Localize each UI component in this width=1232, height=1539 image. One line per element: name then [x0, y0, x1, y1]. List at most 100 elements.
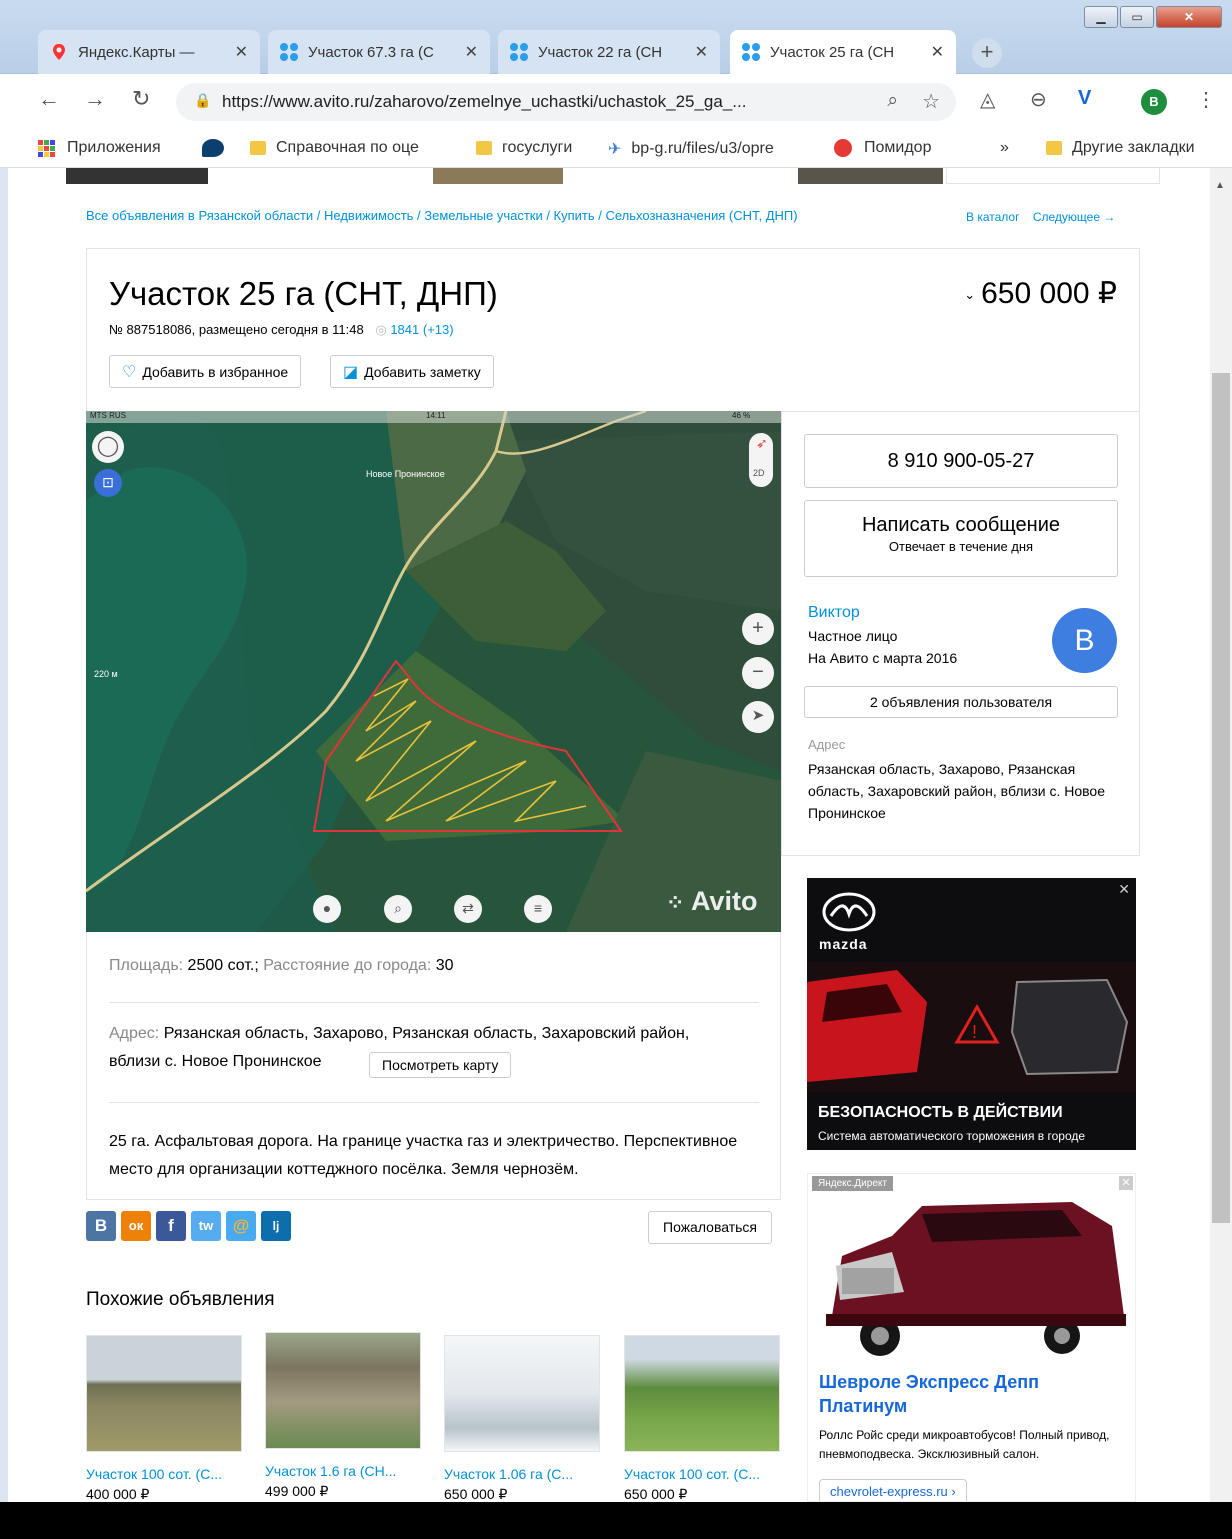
bookmark-apps[interactable]: Приложения — [38, 139, 161, 157]
avatar[interactable]: В — [1052, 608, 1117, 673]
avito-icon — [280, 43, 298, 61]
description: 25 га. Асфальтовая дорога. На границе уч… — [109, 1133, 738, 1178]
bookmark-bp-g[interactable]: ✈ bp-g.ru/files/u3/opre — [608, 139, 774, 159]
listing-photo-map[interactable]: MTS RUS 14:11 46 % Новое Пронинское 220 … — [86, 411, 781, 932]
similar-item[interactable]: Участок 1.6 га (СН... 499 000 ₽ — [265, 1332, 421, 1500]
minimize-button[interactable]: ▁ — [1084, 6, 1118, 28]
share-twitter-button[interactable]: tw — [191, 1211, 221, 1241]
contact-panel: 8 910 900-05-27 Написать сообщение Отвеч… — [781, 411, 1140, 856]
back-arrow-icon[interactable]: ← — [38, 86, 60, 112]
views-count: ◎ 1841 (+13) — [375, 322, 454, 337]
extension-sync-icon[interactable]: ⊖ — [1030, 87, 1047, 112]
breadcrumb[interactable]: Все объявления в Рязанской области / Нед… — [86, 208, 798, 223]
similar-title[interactable]: Участок 1.06 га (С... — [444, 1466, 600, 1482]
close-tab-icon[interactable]: ✕ — [465, 42, 478, 62]
browser-toolbar: ← → ↻ 🔒 https://www.avito.ru/zaharovo/ze… — [0, 74, 1232, 130]
share-ok-button[interactable]: ок — [121, 1211, 151, 1241]
bookmark-spravochnaya[interactable]: Справочная по оце — [250, 139, 419, 157]
tab-uchastok-22[interactable]: Участок 22 га (СН ✕ — [498, 30, 720, 74]
profile-avatar[interactable]: B — [1141, 89, 1167, 115]
bus-icon: ⊡ — [94, 469, 122, 497]
close-tab-icon[interactable]: ✕ — [235, 42, 248, 62]
url-text: https://www.avito.ru/zaharovo/zemelnye_u… — [222, 92, 747, 111]
tab-yandex-maps[interactable]: Яндекс.Карты — ✕ — [38, 30, 260, 74]
similar-item[interactable]: Участок 100 сот. (С... 400 000 ₽ — [86, 1335, 242, 1502]
maximize-button[interactable]: ▭ — [1120, 6, 1154, 28]
share-mail-button[interactable]: @ — [226, 1211, 256, 1241]
chevrolet-ad[interactable]: Яндекс.Директ ✕ Шевроле Экспресс Депп Пл… — [807, 1173, 1136, 1502]
close-icon[interactable]: ✕ — [1119, 1176, 1133, 1190]
svg-text:!: ! — [972, 1022, 977, 1042]
menu-dots-icon[interactable]: ⋮ — [1196, 87, 1216, 112]
bookmark-pomidor[interactable]: Помидор — [834, 139, 931, 157]
catalog-link[interactable]: В каталог — [966, 210, 1019, 224]
zoom-icon[interactable]: ⌕ — [887, 90, 898, 112]
similar-item[interactable]: Участок 100 сот. (С... 650 000 ₽ — [624, 1335, 780, 1502]
ad-text: Роллс Ройс среди микроавтобусов! Полный … — [819, 1428, 1110, 1461]
close-window-button[interactable]: ✕ — [1156, 6, 1222, 28]
share-lj-button[interactable]: lj — [261, 1211, 291, 1241]
new-tab-button[interactable]: + — [972, 38, 1002, 68]
view-map-button[interactable]: Посмотреть карту — [369, 1052, 512, 1078]
locate-icon: ➤ — [742, 701, 774, 733]
address-label: Адрес — [808, 737, 846, 752]
bookmark-other[interactable]: Другие закладки — [1046, 139, 1195, 157]
apps-grid-icon — [38, 139, 55, 157]
star-icon[interactable]: ☆ — [922, 89, 940, 114]
plane-icon: ✈ — [608, 141, 622, 158]
similar-price: 400 000 ₽ — [86, 1486, 150, 1502]
folder-icon — [250, 141, 266, 155]
similar-title[interactable]: Участок 100 сот. (С... — [86, 1466, 242, 1482]
user-ads-button[interactable]: 2 объявления пользователя — [804, 686, 1118, 718]
add-favorite-button[interactable]: ♡ Добавить в избранное — [109, 355, 302, 388]
similar-title[interactable]: Участок 1.6 га (СН... — [265, 1463, 421, 1479]
avito-logo-icon: ⁘ — [666, 890, 685, 915]
mazda-ad-banner[interactable]: ✕ mazda ! БЕЗОПАСНОСТЬ В ДЕЙСТВИИ Систем… — [807, 878, 1136, 1150]
lock-icon: 🔒 — [194, 92, 212, 108]
bookmarks-more-button[interactable]: » — [1000, 139, 1009, 157]
close-tab-icon[interactable]: ✕ — [695, 42, 708, 62]
forward-arrow-icon[interactable]: → — [84, 86, 106, 112]
similar-price: 650 000 ₽ — [444, 1486, 508, 1502]
bookmark-bird[interactable] — [202, 139, 224, 157]
tab-uchastok-25[interactable]: Участок 25 га (СН ✕ — [730, 30, 956, 74]
address-line: Адрес: Рязанская область, Захарово, Ряза… — [109, 1025, 690, 1042]
extension-shield-icon[interactable]: ◬ — [980, 87, 995, 112]
write-message-button[interactable]: Написать сообщение Отвечает в течение дн… — [804, 500, 1118, 577]
address-bar[interactable]: 🔒 https://www.avito.ru/zaharovo/zemelnye… — [176, 83, 956, 121]
zoom-out-icon: − — [742, 657, 774, 689]
reload-icon[interactable]: ↻ — [132, 86, 150, 112]
seller-name[interactable]: Виктор — [808, 604, 860, 622]
extension-v-icon[interactable]: V — [1078, 87, 1091, 110]
scroll-up-arrow-icon[interactable]: ▲ — [1215, 180, 1225, 191]
phone-button[interactable]: 8 910 900-05-27 — [804, 434, 1118, 488]
close-tab-icon[interactable]: ✕ — [931, 42, 944, 62]
share-vk-button[interactable]: В — [86, 1211, 116, 1241]
similar-item[interactable]: Участок 1.06 га (С... 650 000 ₽ — [444, 1335, 600, 1502]
scrollbar-thumb[interactable] — [1212, 373, 1230, 1223]
mic-icon: ● — [313, 895, 341, 923]
complain-button[interactable]: Пожаловаться — [648, 1211, 773, 1244]
add-note-button[interactable]: ◪ Добавить заметку — [330, 355, 494, 388]
north-indicator: ➶ 2D — [749, 433, 773, 487]
zoom-in-icon: + — [742, 613, 774, 645]
close-icon[interactable]: ✕ — [1118, 881, 1130, 898]
heart-icon: ♡ — [122, 363, 137, 381]
similar-photo — [444, 1335, 600, 1452]
bookmarks-bar: Приложения Справочная по оце госуслуги ✈… — [0, 130, 1232, 168]
status-time: 14:11 — [426, 411, 446, 420]
price[interactable]: ⌄ 650 000 ₽ — [964, 276, 1117, 311]
search-icon: ⌕ — [384, 895, 412, 923]
tab-uchastok-67[interactable]: Участок 67.3 га (С ✕ — [268, 30, 490, 74]
van-image — [826, 1202, 1126, 1356]
similar-photo — [86, 1335, 242, 1452]
share-facebook-button[interactable]: f — [156, 1211, 186, 1241]
ad-url-link[interactable]: chevrolet-express.ru › — [819, 1479, 967, 1501]
browser-window: Яндекс.Карты — ✕ Участок 67.3 га (С ✕ Уч… — [0, 0, 1232, 1502]
ad-headline[interactable]: Шевроле Экспресс Депп Платинум — [819, 1370, 1119, 1418]
address-value: Рязанская область, Захарово, Рязанская о… — [808, 761, 1106, 821]
bookmark-gosuslugi[interactable]: госуслуги — [476, 139, 572, 157]
next-link[interactable]: Следующее → — [1033, 210, 1116, 224]
chevron-down-icon: ⌄ — [964, 287, 976, 303]
similar-title[interactable]: Участок 100 сот. (С... — [624, 1466, 780, 1482]
